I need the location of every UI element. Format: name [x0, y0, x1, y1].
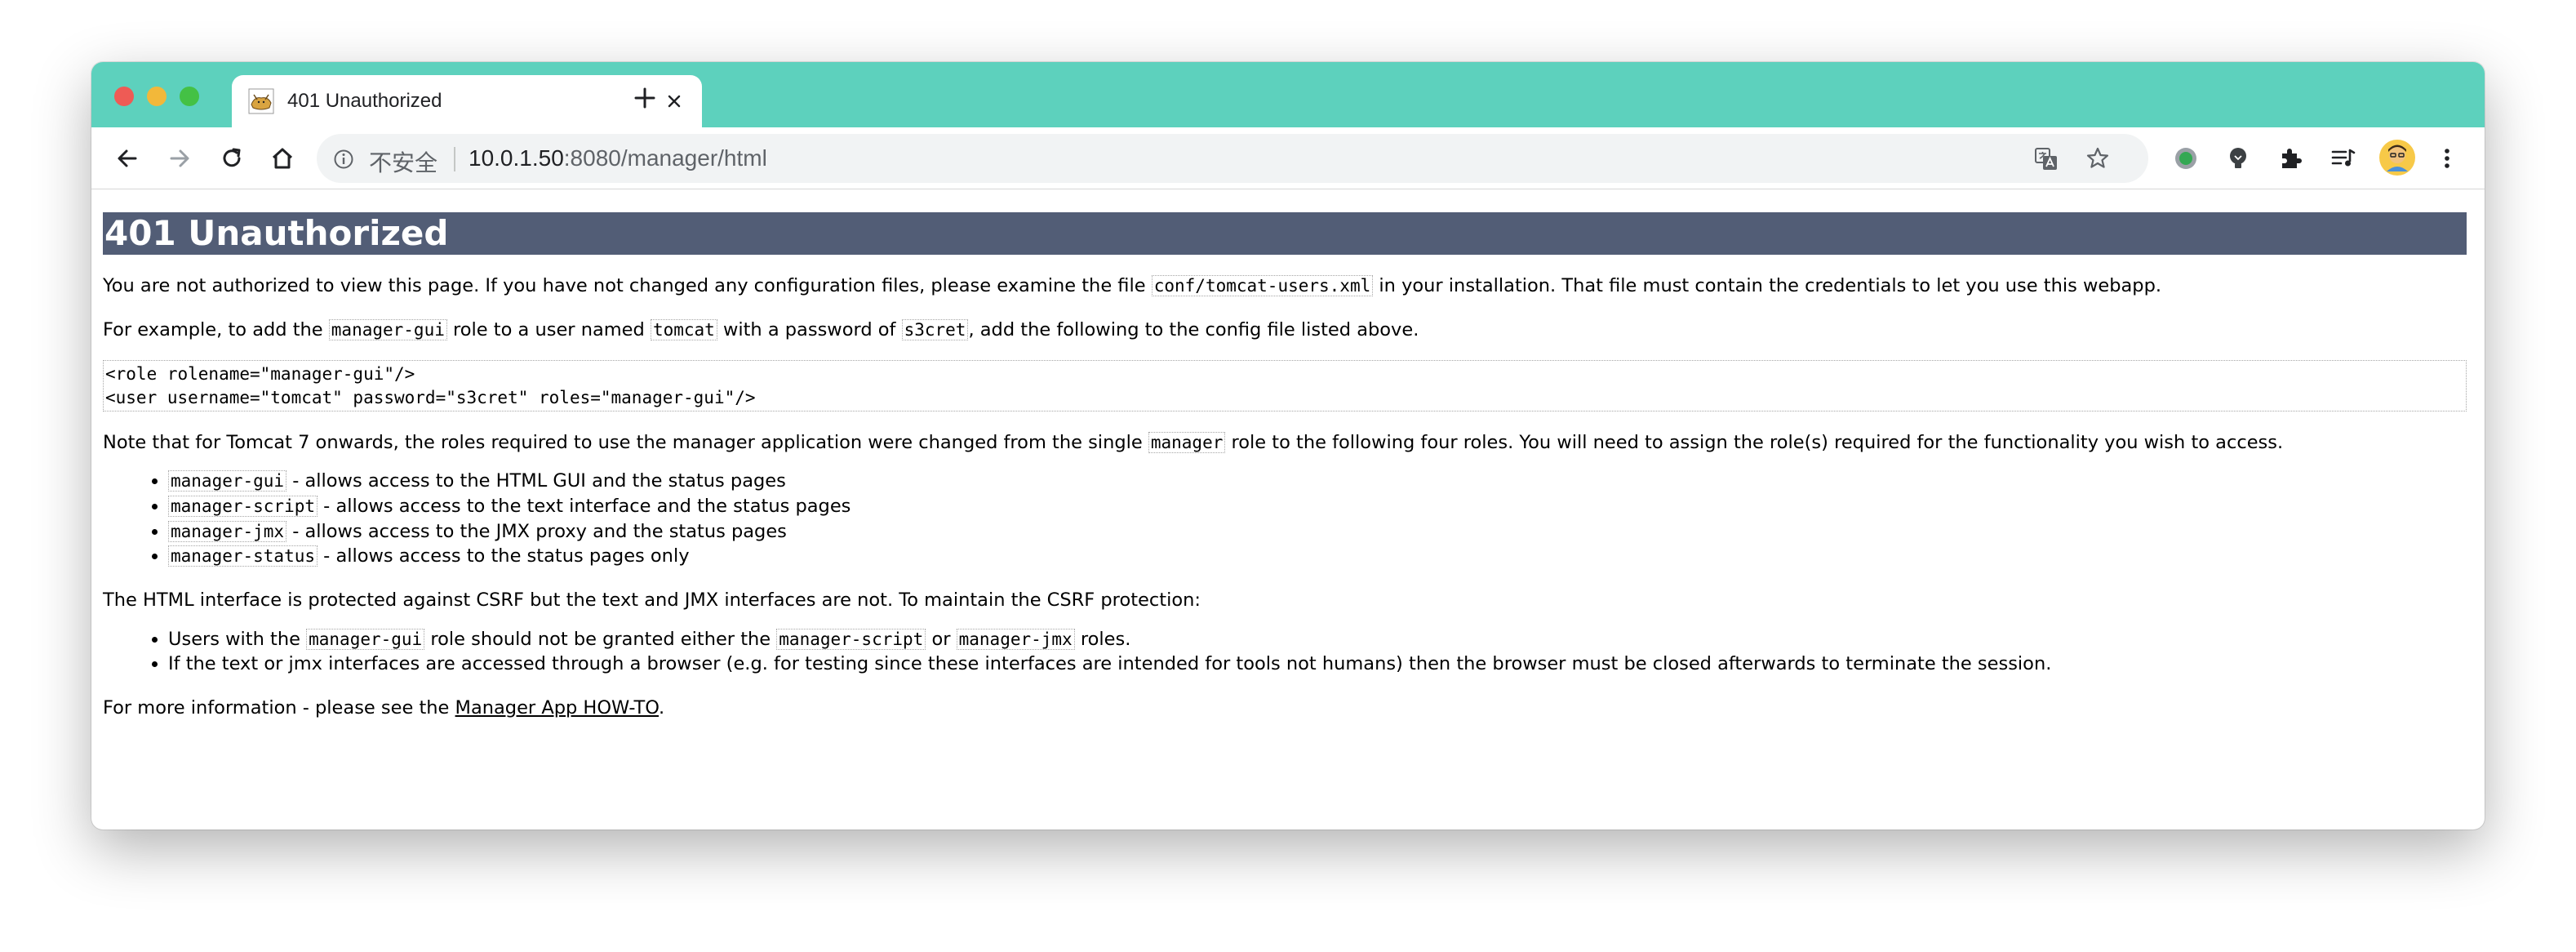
list-item: manager-gui - allows access to the HTML … [168, 469, 2473, 494]
role-description: - allows access to the HTML GUI and the … [286, 470, 786, 492]
url-host: 10.0.1.50 [469, 145, 564, 171]
browser-window: 401 Unauthorized 不安全 10.0.1.50:8080/mana… [91, 62, 2485, 830]
username-code: tomcat [650, 318, 717, 340]
role-code: manager-gui [306, 628, 425, 650]
example-text-d: , add the following to the config file l… [968, 318, 1419, 340]
tab-title: 401 Unauthorized [287, 90, 442, 112]
info-icon[interactable] [333, 149, 354, 170]
csrf-text-d: roles. [1074, 628, 1131, 650]
tab-close-icon[interactable] [663, 90, 686, 113]
reload-icon[interactable] [217, 144, 246, 173]
roles-note-text-end: role to the following four roles. You wi… [1225, 431, 2284, 453]
role-description: - allows access to the JMX proxy and the… [286, 520, 787, 542]
more-info-paragraph: For more information - please see the Ma… [103, 696, 2473, 721]
list-item: Users with the manager-gui role should n… [168, 628, 2473, 652]
manager-howto-link[interactable]: Manager App HOW-TO [455, 697, 659, 718]
menu-kebab-icon[interactable] [2432, 144, 2462, 173]
role-code: manager-gui [168, 470, 287, 492]
extension-record-icon[interactable] [2171, 144, 2201, 173]
roles-list: manager-gui - allows access to the HTML … [103, 469, 2473, 569]
extension-bulb-icon[interactable] [2223, 144, 2253, 173]
url-text[interactable]: 10.0.1.50:8080/manager/html [469, 145, 767, 171]
roles-note-text: Note that for Tomcat 7 onwards, the role… [103, 431, 1148, 453]
page-title: 401 Unauthorized [103, 212, 2467, 255]
csrf-list: Users with the manager-gui role should n… [103, 628, 2473, 677]
csrf-text-c: or [926, 628, 957, 650]
code-line-user: <user username="tomcat" password="s3cret… [105, 387, 756, 407]
roles-note-paragraph: Note that for Tomcat 7 onwards, the role… [103, 431, 2473, 456]
security-label[interactable]: 不安全 [369, 145, 437, 178]
manager-role-code: manager [1148, 431, 1226, 453]
role-code: manager-jmx [168, 520, 287, 542]
more-info-text-end: . [659, 697, 665, 719]
tomcat-favicon-icon [248, 88, 274, 114]
address-bar[interactable]: 不安全 10.0.1.50:8080/manager/html [317, 134, 2148, 183]
translate-icon[interactable] [2034, 147, 2059, 171]
example-text-b: role to a user named [446, 318, 651, 340]
password-code: s3cret [901, 318, 969, 340]
example-text-c: with a password of [717, 318, 902, 340]
forward-icon[interactable] [165, 144, 194, 173]
role-code: manager-jmx [956, 628, 1075, 650]
config-code-block: <role rolename="manager-gui"/> <user user… [103, 360, 2467, 411]
page-content: 401 Unauthorized You are not authorized … [103, 212, 2473, 721]
role-description: - allows access to the text interface an… [318, 496, 851, 517]
home-icon[interactable] [268, 144, 297, 173]
config-file-code: conf/tomcat-users.xml [1151, 275, 1374, 296]
extensions-puzzle-icon[interactable] [2276, 144, 2305, 173]
csrf-paragraph: The HTML interface is protected against … [103, 589, 1201, 612]
example-paragraph: For example, to add the manager-gui role… [103, 318, 2473, 343]
role-code: manager-script [776, 628, 926, 650]
window-minimize-button[interactable] [147, 87, 167, 106]
csrf-text-b: role should not be granted either the [424, 628, 777, 650]
list-item: manager-jmx - allows access to the JMX p… [168, 520, 2473, 545]
new-tab-icon[interactable] [630, 83, 660, 113]
bookmark-star-icon[interactable] [2085, 145, 2111, 171]
list-item: manager-script - allows access to the te… [168, 495, 2473, 519]
browser-toolbar: 不安全 10.0.1.50:8080/manager/html [91, 127, 2485, 189]
address-divider [454, 147, 455, 171]
example-text-a: For example, to add the [103, 318, 329, 340]
intro-text: You are not authorized to view this page… [103, 275, 1152, 296]
reading-list-icon[interactable] [2328, 144, 2357, 173]
back-icon[interactable] [113, 144, 142, 173]
role-code: manager-status [168, 545, 318, 567]
profile-avatar-icon[interactable] [2378, 139, 2416, 176]
role-code: manager-script [168, 496, 318, 517]
role-code: manager-gui [328, 318, 447, 340]
role-description: - allows access to the status pages only [318, 545, 690, 567]
more-info-text: For more information - please see the [103, 697, 455, 719]
window-maximize-button[interactable] [180, 87, 199, 106]
intro-paragraph: You are not authorized to view this page… [103, 274, 2473, 299]
list-item: manager-status - allows access to the st… [168, 545, 2473, 569]
url-path: :8080/manager/html [563, 145, 767, 171]
window-close-button[interactable] [114, 87, 134, 106]
tab-strip: 401 Unauthorized [91, 62, 2485, 127]
csrf-text-a: Users with the [168, 628, 307, 650]
intro-text-end: in your installation. That file must con… [1373, 275, 2162, 296]
code-line-role: <role rolename="manager-gui"/> [105, 364, 415, 385]
list-item: If the text or jmx interfaces are access… [168, 652, 2473, 677]
